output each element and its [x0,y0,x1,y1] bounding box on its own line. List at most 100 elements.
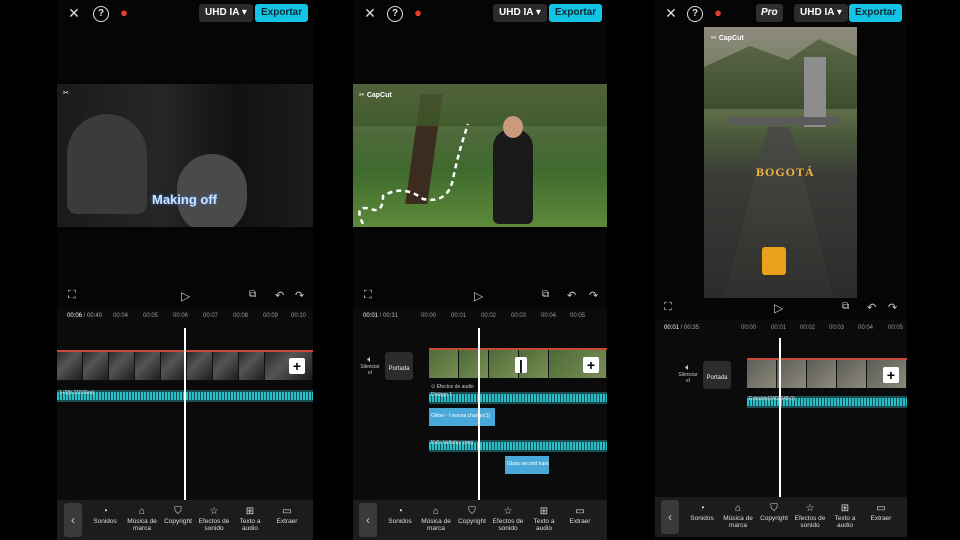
back-button[interactable]: ‹ [359,503,377,537]
back-button[interactable]: ‹ [661,500,679,534]
quality-dropdown[interactable]: UHD IA ▾ [794,4,848,22]
help-icon[interactable]: ? [687,6,703,22]
audio-track[interactable]: Extraído(2402048-0) [747,396,907,408]
tool-sonidos[interactable]: ◔ Sonidos [382,505,418,525]
help-icon[interactable]: ? [387,6,403,22]
playhead[interactable] [478,328,480,500]
audio-label: Extraído(2402048-0) [749,396,795,402]
undo-icon[interactable]: ↶ [867,301,876,314]
copyright-shield-icon: ⛉ [468,506,476,517]
redo-icon[interactable]: ↷ [295,289,304,302]
help-icon[interactable]: ? [93,6,109,22]
export-button[interactable]: Exportar [255,4,309,22]
pro-badge[interactable]: Pro [756,4,783,22]
redo-icon[interactable]: ↷ [888,301,897,314]
quality-dropdown[interactable]: UHD IA ▾ [493,4,547,22]
video-preview[interactable]: ✂ CapCut [353,84,607,227]
time-current: 00:01 [363,313,379,319]
preview-quality-icon[interactable]: ⧉ [542,289,549,300]
text-clip-1[interactable]: Glitter - I wanna change(1) [429,408,495,426]
tool-texto-audio[interactable]: ⊞ Texto a audio [827,502,863,529]
tool-copyright[interactable]: ⛉ Copyright [454,505,490,525]
tool-musica-marca[interactable]: ⌂ Música de marca [720,502,756,529]
undo-icon[interactable]: ↶ [275,289,284,302]
playhead[interactable] [184,328,186,500]
video-preview[interactable]: ✂ Making off [57,84,313,227]
quality-label: UHD IA [499,7,534,18]
tick-label: 00:04 [541,313,557,319]
sound-effect-icon: ☆ [503,506,513,517]
tool-label: Extraer [276,518,298,525]
audio-waveform [429,394,607,402]
fullscreen-icon[interactable]: ⛶ [664,301,672,314]
audio-track-2[interactable]: Kid's birthday song [429,440,607,452]
tool-extraer[interactable]: ▭ Extraer [269,505,305,525]
play-button[interactable]: ▷ [474,289,483,303]
mute-clip-audio-button[interactable]: 🔈︎ Silenciar el [359,354,381,376]
close-icon[interactable]: ✕ [663,5,679,21]
tool-label: Efectos de sonido [794,515,826,529]
tool-efectos-sonido[interactable]: ☆ Efectos de sonido [792,502,828,529]
export-button[interactable]: Exportar [549,4,603,22]
mute-clip-audio-button[interactable]: 🔈︎ Silenciar el [677,362,699,384]
clip-frame [57,352,83,380]
add-clip-button[interactable]: + [883,367,899,383]
undo-icon[interactable]: ↶ [567,289,576,302]
timecode: 00:01 / 00:35 [664,325,700,331]
tool-sonidos[interactable]: ◔ Sonidos [684,502,720,522]
fullscreen-icon[interactable]: ⛶ [364,289,372,302]
tick-label: 00:08 [233,313,249,319]
transition-marker[interactable]: | [515,357,527,373]
tool-efectos-sonido[interactable]: ☆ Efectos de sonido [490,505,526,532]
mountains [704,39,857,109]
tool-sonidos[interactable]: ◔ Sonidos [87,505,123,525]
tool-texto-audio[interactable]: ⊞ Texto a audio [526,505,562,532]
clip-frame [459,350,489,378]
tool-musica-marca[interactable]: ⌂ Música de marca [124,505,160,532]
dashed-path-sticker[interactable] [353,84,607,227]
tool-texto-audio[interactable]: ⊞ Texto a audio [232,505,268,532]
add-clip-button[interactable]: + [289,358,305,374]
flame-icon[interactable]: ● [116,5,132,21]
redo-icon[interactable]: ↷ [589,289,598,302]
tick-label: 00:03 [511,313,527,319]
video-preview[interactable]: ✂ CapCut BOGOTÁ [704,27,857,298]
timeline[interactable]: 00:06 / 00:40 00:04 00:05 00:06 00:07 00… [57,308,313,500]
close-icon[interactable]: ✕ [362,5,378,21]
tool-copyright[interactable]: ⛉ Copyright [160,505,196,525]
person-silhouette [67,114,147,214]
flame-icon[interactable]: ● [410,5,426,21]
tick-label: 00:04 [858,325,874,331]
tick-label: 00:06 [173,313,189,319]
preview-quality-icon[interactable]: ⧉ [249,289,256,300]
close-icon[interactable]: ✕ [66,5,82,21]
export-button[interactable]: Exportar [849,4,903,22]
tick-label: 00:01 [451,313,467,319]
cover-button[interactable]: Portada [703,361,731,389]
text-clip-2[interactable]: Glass second hand [505,456,549,474]
quality-dropdown[interactable]: UHD IA ▾ [199,4,253,22]
tool-extraer[interactable]: ▭ Extraer [562,505,598,525]
cover-button[interactable]: Portada [385,352,413,380]
flame-icon[interactable]: ● [710,5,726,21]
tool-copyright[interactable]: ⛉ Copyright [756,502,792,522]
add-clip-button[interactable]: + [583,357,599,373]
preview-quality-icon[interactable]: ⧉ [842,301,849,312]
playhead[interactable] [779,338,781,498]
tool-label: Efectos de sonido [492,518,524,532]
bottom-toolbar: ‹ ◔ Sonidos ⌂ Música de marca ⛉ Copyright ☆… [655,497,907,537]
play-button[interactable]: ▷ [774,301,783,315]
play-button[interactable]: ▷ [181,289,190,303]
clip-frame [135,352,161,380]
timeline[interactable]: 00:01 / 00:35 00:00 00:01 00:02 00:03 00… [655,320,907,498]
overlay-text[interactable]: Making off [152,192,217,207]
back-button[interactable]: ‹ [64,503,82,537]
timeline[interactable]: 00:01 / 00:31 00:00 00:01 00:02 00:03 00… [353,308,607,500]
fullscreen-icon[interactable]: ⛶ [68,289,76,302]
audio-track-1[interactable]: Dialogo 1 [429,392,607,404]
city-title-text[interactable]: BOGOTÁ [756,165,815,180]
tool-efectos-sonido[interactable]: ☆ Efectos de sonido [196,505,232,532]
tool-musica-marca[interactable]: ⌂ Música de marca [418,505,454,532]
tick-label: 00:10 [291,313,307,319]
tool-extraer[interactable]: ▭ Extraer [863,502,899,522]
